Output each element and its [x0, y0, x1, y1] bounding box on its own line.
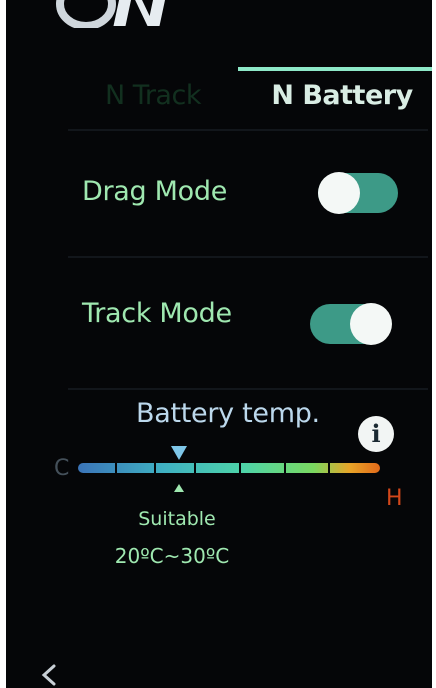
active-tab-indicator	[238, 67, 432, 71]
toggle-knob	[318, 172, 360, 214]
n-battery-screen: N Track N Battery Drag Mode Track Mode B…	[6, 0, 432, 688]
battery-temp-gauge	[78, 463, 380, 473]
drag-mode-toggle[interactable]	[318, 172, 398, 214]
hot-label: H	[386, 486, 403, 511]
track-mode-label: Track Mode	[82, 298, 232, 329]
tab-divider	[68, 129, 428, 131]
tab-n-track[interactable]: N Track	[68, 72, 238, 120]
suitable-range-value: 20ºC~30ºC	[114, 544, 230, 568]
cold-label: C	[54, 456, 70, 481]
suitable-label: Suitable	[138, 508, 216, 530]
current-temp-marker	[171, 446, 187, 460]
suitable-range-marker	[174, 484, 184, 492]
drag-mode-label: Drag Mode	[82, 176, 228, 207]
gauge-segment-divider	[284, 463, 286, 473]
gauge-segment-divider	[239, 463, 241, 473]
tab-n-battery[interactable]: N Battery	[244, 72, 432, 120]
chevron-left-icon[interactable]	[34, 660, 64, 688]
row-divider	[68, 388, 428, 390]
gauge-segment-divider	[328, 463, 330, 473]
tab-bar: N Track N Battery	[68, 60, 432, 136]
track-mode-toggle[interactable]	[310, 303, 392, 345]
gauge-segment-divider	[194, 463, 196, 473]
gauge-segment-divider	[154, 463, 156, 473]
battery-temp-title: Battery temp.	[136, 398, 320, 429]
info-icon[interactable]: i	[358, 416, 394, 452]
toggle-knob	[350, 303, 392, 345]
n-brand-logo-icon	[56, 0, 169, 28]
row-divider	[68, 256, 428, 258]
gauge-segment-divider	[115, 463, 117, 473]
